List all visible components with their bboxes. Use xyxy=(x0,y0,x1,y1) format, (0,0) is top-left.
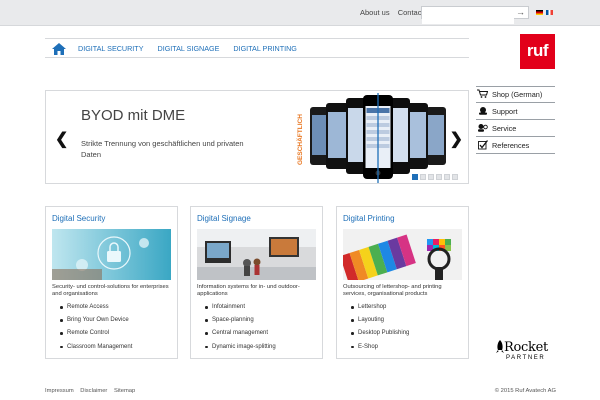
card-title[interactable]: Digital Security xyxy=(52,214,105,223)
printing-image xyxy=(343,229,462,280)
side-item-shop[interactable]: Shop (German) xyxy=(476,86,555,103)
slider-dot[interactable] xyxy=(420,174,426,180)
list-item[interactable]: Bring Your Own Device xyxy=(60,317,132,323)
card-description: Security- und control-solutions for ente… xyxy=(52,284,169,297)
checkbox-icon xyxy=(476,139,489,152)
slider-dot[interactable] xyxy=(412,174,418,180)
list-item[interactable]: Space-planning xyxy=(205,317,276,323)
slider-dot[interactable] xyxy=(452,174,458,180)
card-digital-signage: Digital Signage Information systems for … xyxy=(190,206,323,359)
partner-line1: Rocket xyxy=(504,340,548,355)
top-bar: About us Contact → xyxy=(0,0,600,26)
nav-digital-signage[interactable]: DIGITAL SIGNAGE xyxy=(158,44,220,53)
side-item-support[interactable]: Support xyxy=(476,103,555,120)
card-description: Information systems for in- und outdoor-… xyxy=(197,284,300,297)
service-icon xyxy=(476,123,489,134)
list-item[interactable]: Lettershop xyxy=(351,304,409,310)
nav-digital-printing[interactable]: DIGITAL PRINTING xyxy=(233,44,297,53)
footer: Impressum Disclaimer Sitemap © 2015 Ruf … xyxy=(45,388,556,394)
german-flag-icon[interactable] xyxy=(536,10,543,15)
slider-dot[interactable] xyxy=(436,174,442,180)
slide-text: Strikte Trennung von geschäftlichen und … xyxy=(81,139,244,159)
phones-illustration: GESCHÄFTLICH PRIVAT xyxy=(296,93,448,183)
french-flag-icon[interactable] xyxy=(546,10,553,15)
signage-image xyxy=(197,229,316,280)
side-item-service[interactable]: Service xyxy=(476,120,555,137)
partner-line2: PARTNER xyxy=(506,355,546,361)
ruf-logo[interactable]: ruf xyxy=(520,34,555,69)
list-item[interactable]: Layouting xyxy=(351,317,409,323)
disclaimer-link[interactable]: Disclaimer xyxy=(80,388,107,394)
list-item[interactable]: Classroom Management xyxy=(60,344,132,350)
arrow-right-icon[interactable]: → xyxy=(516,7,525,18)
home-icon[interactable] xyxy=(52,42,66,55)
card-description: Outsourcing of lettershop- and printing … xyxy=(343,284,442,297)
hero-slider: ❮ BYOD mit DME Strikte Trennung von gesc… xyxy=(45,90,469,184)
card-digital-security: Digital Security Security- und control-s… xyxy=(45,206,178,359)
language-switcher xyxy=(536,10,553,15)
impressum-link[interactable]: Impressum xyxy=(45,388,74,394)
card-list: Lettershop Layouting Desktop Publishing … xyxy=(351,304,409,357)
card-digital-printing: Digital Printing Outsourcing of lettersh… xyxy=(336,206,469,359)
headset-icon xyxy=(476,106,489,117)
security-image xyxy=(52,229,171,280)
nav-digital-security[interactable]: DIGITAL SECURITY xyxy=(78,44,144,53)
list-item[interactable]: Central management xyxy=(205,330,276,336)
rocket-partner-logo[interactable]: Rocket PARTNER xyxy=(494,338,556,364)
side-item-label: Shop (German) xyxy=(492,90,543,99)
slider-dot[interactable] xyxy=(444,174,450,180)
cart-icon xyxy=(476,89,489,100)
sitemap-link[interactable]: Sitemap xyxy=(114,388,135,394)
list-item[interactable]: Desktop Publishing xyxy=(351,330,409,336)
list-item[interactable]: Infotainment xyxy=(205,304,276,310)
slider-dots xyxy=(412,174,458,180)
slider-prev-button[interactable]: ❮ xyxy=(55,129,68,149)
side-item-label: References xyxy=(492,141,530,150)
card-list: Remote Access Bring Your Own Device Remo… xyxy=(60,304,132,357)
slide-title: BYOD mit DME xyxy=(81,107,186,124)
side-menu: Shop (German) Support Service References xyxy=(476,86,555,154)
list-item[interactable]: E-Shop xyxy=(351,344,409,350)
list-item[interactable]: Dynamic image-splitting xyxy=(205,344,276,350)
slider-dot[interactable] xyxy=(428,174,434,180)
side-item-label: Service xyxy=(492,124,517,133)
list-item[interactable]: Remote Access xyxy=(60,304,132,310)
about-us-link[interactable]: About us xyxy=(360,8,390,17)
slider-next-button[interactable]: ❯ xyxy=(450,129,463,149)
card-title[interactable]: Digital Printing xyxy=(343,214,395,223)
copyright: © 2015 Ruf Avatech AG xyxy=(494,388,556,394)
main-nav: DIGITAL SECURITY DIGITAL SIGNAGE DIGITAL… xyxy=(45,38,469,58)
search-input[interactable] xyxy=(422,13,514,24)
side-item-label: Support xyxy=(492,107,518,116)
footer-links: Impressum Disclaimer Sitemap xyxy=(45,388,556,394)
top-links: About us Contact xyxy=(360,8,430,17)
card-title[interactable]: Digital Signage xyxy=(197,214,251,223)
search-box: → xyxy=(421,6,529,24)
contact-link[interactable]: Contact xyxy=(398,8,424,17)
label-geschaeftlich: GESCHÄFTLICH xyxy=(296,114,304,165)
list-item[interactable]: Remote Control xyxy=(60,330,132,336)
side-item-references[interactable]: References xyxy=(476,137,555,154)
card-list: Infotainment Space-planning Central mana… xyxy=(205,304,276,357)
